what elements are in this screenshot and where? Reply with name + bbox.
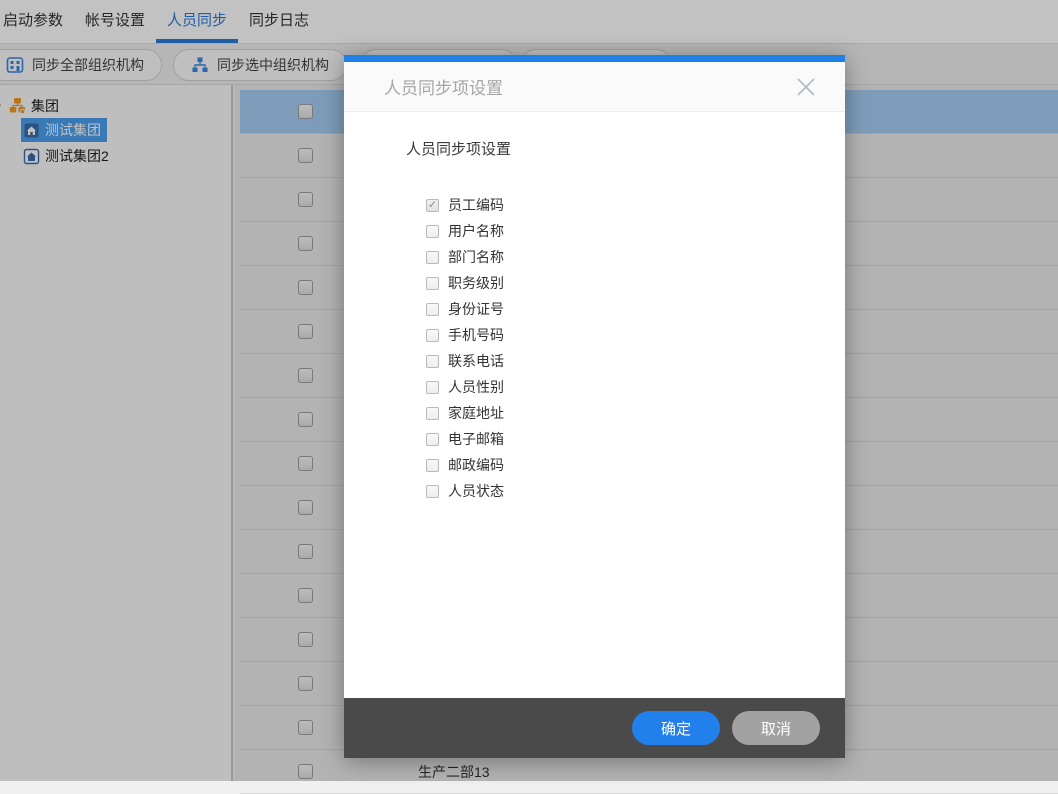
cancel-button[interactable]: 取消 xyxy=(732,711,820,745)
sync-option-label: 职务级别 xyxy=(448,273,504,293)
sync-option: 身份证号 xyxy=(426,296,845,322)
sync-option-label: 身份证号 xyxy=(448,299,504,319)
checkbox-unchecked[interactable] xyxy=(426,277,439,290)
checkbox-unchecked[interactable] xyxy=(426,433,439,446)
checkbox-unchecked[interactable] xyxy=(426,381,439,394)
sync-option-label: 邮政编码 xyxy=(448,455,504,475)
sync-option: 电子邮箱 xyxy=(426,426,845,452)
sync-option: 家庭地址 xyxy=(426,400,845,426)
sync-option-label: 电子邮箱 xyxy=(448,429,504,449)
sync-option: 部门名称 xyxy=(426,244,845,270)
sync-option: 邮政编码 xyxy=(426,452,845,478)
close-icon[interactable] xyxy=(793,74,819,100)
sync-settings-dialog: 人员同步项设置 人员同步项设置 员工编码用户名称部门名称职务级别身份证号手机号码… xyxy=(344,55,845,758)
sync-option-label: 手机号码 xyxy=(448,325,504,345)
sync-option-label: 家庭地址 xyxy=(448,403,504,423)
checkbox-unchecked[interactable] xyxy=(426,329,439,342)
sync-option: 联系电话 xyxy=(426,348,845,374)
checkbox-unchecked[interactable] xyxy=(426,459,439,472)
dialog-footer: 确定 取消 xyxy=(344,698,845,758)
sync-option-label: 员工编码 xyxy=(448,195,504,215)
dialog-body: 人员同步项设置 员工编码用户名称部门名称职务级别身份证号手机号码联系电话人员性别… xyxy=(344,112,845,504)
sync-option-label: 用户名称 xyxy=(448,221,504,241)
checkbox-unchecked[interactable] xyxy=(426,303,439,316)
checkbox-unchecked[interactable] xyxy=(426,251,439,264)
dialog-body-title: 人员同步项设置 xyxy=(406,138,845,159)
sync-option-label: 联系电话 xyxy=(448,351,504,371)
sync-option-label: 人员状态 xyxy=(448,481,504,501)
sync-option: 职务级别 xyxy=(426,270,845,296)
dialog-accent-bar xyxy=(344,55,845,62)
sync-option: 人员性别 xyxy=(426,374,845,400)
sync-option-label: 人员性别 xyxy=(448,377,504,397)
sync-option: 员工编码 xyxy=(426,192,845,218)
checkbox-unchecked[interactable] xyxy=(426,355,439,368)
dialog-header: 人员同步项设置 xyxy=(344,62,845,112)
sync-option: 人员状态 xyxy=(426,478,845,504)
sync-option: 手机号码 xyxy=(426,322,845,348)
sync-options-list: 员工编码用户名称部门名称职务级别身份证号手机号码联系电话人员性别家庭地址电子邮箱… xyxy=(406,192,845,504)
dialog-title: 人员同步项设置 xyxy=(384,74,793,99)
sync-option: 用户名称 xyxy=(426,218,845,244)
checkbox-unchecked[interactable] xyxy=(426,407,439,420)
checkbox-unchecked[interactable] xyxy=(426,485,439,498)
checkbox-checked[interactable] xyxy=(426,199,439,212)
sync-option-label: 部门名称 xyxy=(448,247,504,267)
confirm-button[interactable]: 确定 xyxy=(632,711,720,745)
checkbox-unchecked[interactable] xyxy=(426,225,439,238)
